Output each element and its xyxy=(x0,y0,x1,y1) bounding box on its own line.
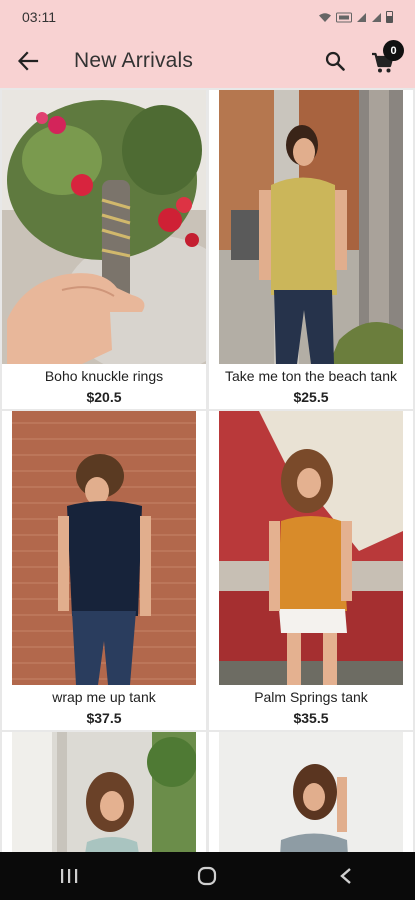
product-card[interactable] xyxy=(209,732,413,852)
system-nav-bar xyxy=(0,852,415,900)
search-button[interactable] xyxy=(311,34,359,88)
signal-icon xyxy=(372,12,381,22)
product-name: Take me ton the beach tank xyxy=(225,368,397,384)
signal-icon xyxy=(357,12,366,22)
product-image-wrap-tank xyxy=(12,411,196,685)
home-icon xyxy=(198,866,217,886)
product-image xyxy=(12,732,196,852)
product-price: $35.5 xyxy=(293,710,329,726)
product-name: Palm Springs tank xyxy=(254,689,368,705)
product-card[interactable] xyxy=(2,732,206,852)
volte-icon xyxy=(336,12,352,22)
product-image-beach-tank xyxy=(219,90,403,364)
back-button[interactable] xyxy=(0,34,56,88)
cart-count-badge: 0 xyxy=(383,40,404,61)
home-button[interactable] xyxy=(177,852,237,900)
product-price: $20.5 xyxy=(86,389,122,405)
status-icons xyxy=(318,11,393,23)
product-price: $25.5 xyxy=(293,389,329,405)
page-title: New Arrivals xyxy=(74,49,194,72)
product-card[interactable]: Palm Springs tank $35.5 xyxy=(209,411,413,730)
cart-button[interactable]: 0 xyxy=(359,34,407,88)
status-time: 03:11 xyxy=(22,9,56,25)
recents-button[interactable] xyxy=(39,852,99,900)
product-grid: Boho knuckle rings $20.5 Take me ton the… xyxy=(0,88,415,852)
product-image-palm-springs-tank xyxy=(219,411,403,685)
product-card[interactable]: Take me ton the beach tank $25.5 xyxy=(209,90,413,409)
product-image-rings xyxy=(2,90,206,364)
product-price: $37.5 xyxy=(86,710,122,726)
system-back-button[interactable] xyxy=(316,852,376,900)
product-card[interactable]: Boho knuckle rings $20.5 xyxy=(2,90,206,409)
battery-icon xyxy=(386,11,393,23)
search-icon xyxy=(325,51,345,71)
recents-icon xyxy=(61,869,78,883)
app-bar: New Arrivals 0 xyxy=(0,34,415,88)
product-name: Boho knuckle rings xyxy=(44,368,164,384)
product-card[interactable]: wrap me up tank $37.5 xyxy=(2,411,206,730)
wifi-icon xyxy=(319,12,331,22)
arrow-left-icon xyxy=(17,51,39,71)
status-bar: 03:11 xyxy=(0,0,415,34)
product-name: wrap me up tank xyxy=(52,689,156,705)
back-triangle-icon xyxy=(339,868,351,884)
product-image xyxy=(219,732,403,852)
